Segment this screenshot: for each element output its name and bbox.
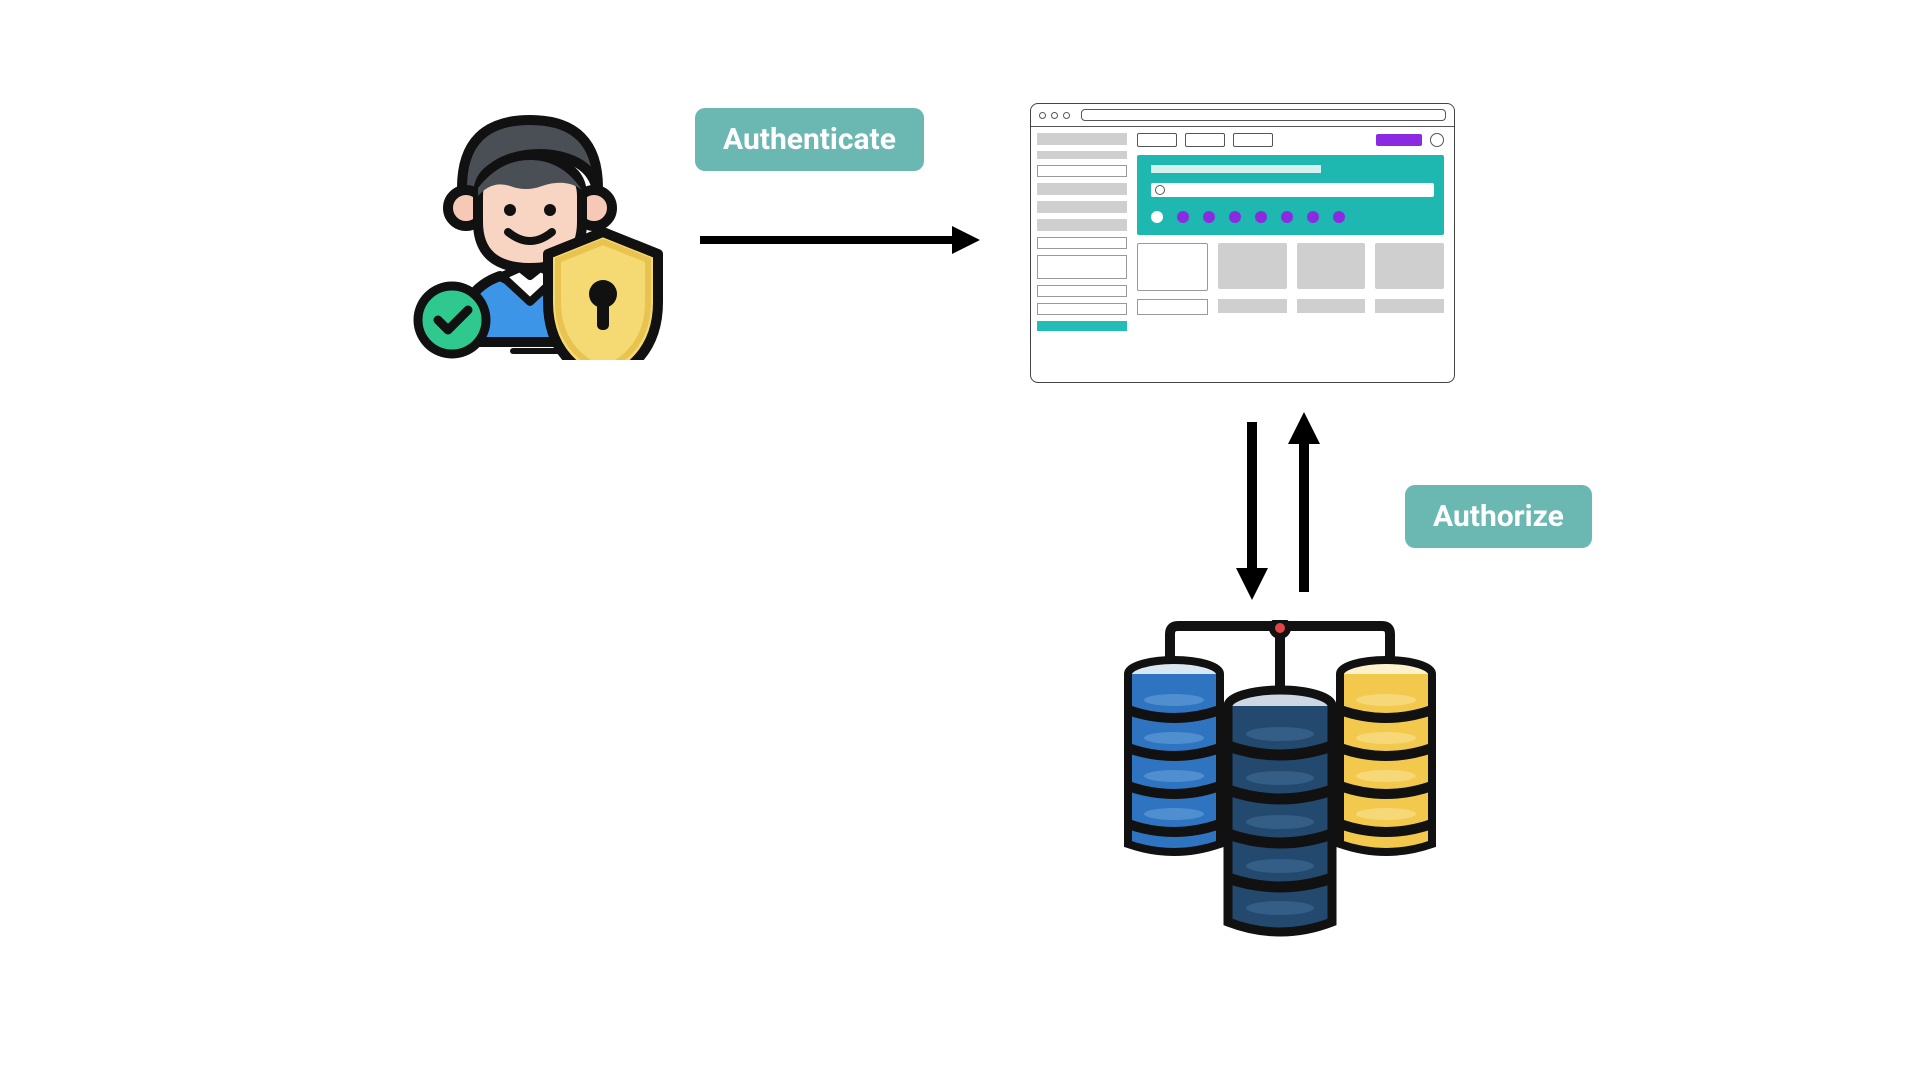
arrow-authenticate-icon: [700, 220, 980, 260]
authorize-label: Authorize: [1405, 485, 1592, 548]
user-shield-icon: [390, 100, 670, 360]
window-dot-icon: [1051, 112, 1058, 119]
window-dot-icon: [1063, 112, 1070, 119]
server-cluster-icon: [1120, 620, 1440, 950]
hero-banner-icon: [1137, 155, 1444, 235]
browser-sidebar: [1031, 127, 1133, 363]
webapp-browser-icon: [1030, 103, 1455, 383]
arrow-authorize-icon: [1218, 410, 1338, 600]
search-icon: [1155, 185, 1165, 195]
address-bar-icon: [1081, 109, 1446, 121]
primary-button-icon: [1376, 134, 1422, 146]
window-dot-icon: [1039, 112, 1046, 119]
authenticate-label: Authenticate: [695, 108, 924, 171]
search-bar-icon: [1151, 183, 1434, 197]
browser-topbar: [1031, 104, 1454, 127]
browser-main: [1133, 127, 1454, 363]
